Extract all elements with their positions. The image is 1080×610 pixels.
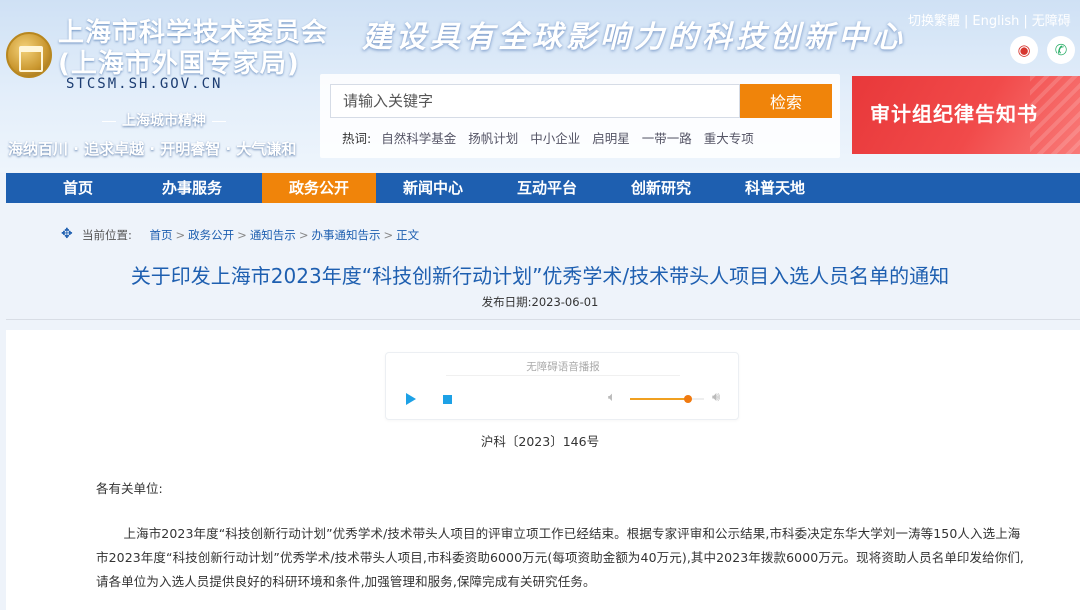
title-divider [6, 319, 1080, 320]
stcsm-logo-icon[interactable] [6, 32, 52, 78]
volume-slider[interactable] [630, 395, 704, 403]
hot-word-nsf[interactable]: 自然科学基金 [381, 131, 456, 146]
breadcrumb-home[interactable]: 首页 [150, 228, 173, 242]
breadcrumb-label: 当前位置: [82, 228, 132, 242]
breadcrumb-service-notices[interactable]: 办事通知告示 [311, 228, 380, 242]
play-icon[interactable] [406, 393, 416, 405]
site-domain: STCSM.SH.GOV.CN [66, 76, 223, 92]
location-icon [61, 226, 74, 242]
hot-word-yangfan[interactable]: 扬帆计划 [468, 131, 518, 146]
main-nav: 首页 办事服务 政务公开 新闻中心 互动平台 创新研究 科普天地 [6, 173, 1080, 203]
search-input[interactable] [330, 84, 740, 118]
city-spirit-title: 上海城市精神 [96, 110, 232, 130]
nav-services[interactable]: 办事服务 [135, 173, 249, 203]
site-header: 上海市科学技术委员会 (上海市外国专家局) STCSM.SH.GOV.CN 建设… [0, 0, 1080, 172]
hot-word-major-projects[interactable]: 重大专项 [704, 131, 754, 146]
weibo-icon[interactable]: ◉ [1010, 36, 1038, 64]
stop-icon[interactable] [443, 395, 452, 404]
english-link[interactable]: English [972, 14, 1019, 29]
hot-words: 热词: 自然科学基金 扬帆计划 中小企业 启明星 一带一路 重大专项 [342, 128, 762, 147]
nav-home[interactable]: 首页 [21, 173, 135, 203]
breadcrumb-government-affairs[interactable]: 政务公开 [188, 228, 234, 242]
nav-innovation-research[interactable]: 创新研究 [604, 173, 718, 203]
article-body-paragraph: 上海市2023年度“科技创新行动计划”优秀学术/技术带头人项目的评审立项工作已经… [96, 526, 1024, 589]
city-spirit-text: 海纳百川 · 追求卓越 · 开明睿智 · 大气谦和 [8, 140, 297, 158]
traditional-chinese-link[interactable]: 切换繁體 [908, 14, 960, 29]
audit-notice-banner-text: 审计组纪律告知书 [870, 102, 1038, 126]
header-slogan: 建设具有全球影响力的科技创新中心 [362, 20, 906, 55]
salutation: 各有关单位: [96, 481, 163, 496]
nav-science-popularization[interactable]: 科普天地 [718, 173, 832, 203]
audio-player-label: 无障碍语音播报 [526, 361, 600, 373]
nav-news[interactable]: 新闻中心 [376, 173, 490, 203]
hot-word-belt-road[interactable]: 一带一路 [642, 131, 692, 146]
breadcrumb-current: 正文 [396, 228, 420, 242]
audio-player: 无障碍语音播报 🔈︎ 🔊︎ [385, 352, 739, 420]
org-name-line2[interactable]: (上海市外国专家局) [58, 43, 300, 80]
volume-fill [630, 398, 688, 400]
publish-date: 发布日期:2023-06-01 [481, 295, 599, 309]
volume-low-icon[interactable]: 🔈︎ [608, 390, 616, 405]
top-links: 切换繁體 | English | 无障碍 [908, 14, 1071, 29]
hot-words-label: 热词: [342, 131, 372, 146]
nav-government-affairs[interactable]: 政务公开 [262, 173, 376, 203]
audit-notice-banner[interactable]: 审计组纪律告知书 [852, 76, 1080, 154]
article-title: 关于印发上海市2023年度“科技创新行动计划”优秀学术/技术带头人项目入选人员名… [130, 264, 950, 288]
hot-word-qimingxing[interactable]: 启明星 [592, 131, 630, 146]
volume-high-icon[interactable]: 🔊︎ [712, 390, 720, 405]
search-button[interactable]: 检索 [740, 84, 832, 118]
document-number: 沪科〔2023〕146号 [480, 434, 600, 449]
breadcrumb-notices[interactable]: 通知告示 [250, 228, 296, 242]
hot-word-sme[interactable]: 中小企业 [530, 131, 580, 146]
nav-interaction[interactable]: 互动平台 [490, 173, 604, 203]
accessibility-link[interactable]: 无障碍 [1032, 14, 1071, 29]
breadcrumb: 当前位置: 首页>政务公开>通知告示>办事通知告示>正文 [61, 226, 420, 243]
volume-knob[interactable] [683, 395, 692, 403]
wechat-icon[interactable]: ✆ [1047, 36, 1075, 64]
